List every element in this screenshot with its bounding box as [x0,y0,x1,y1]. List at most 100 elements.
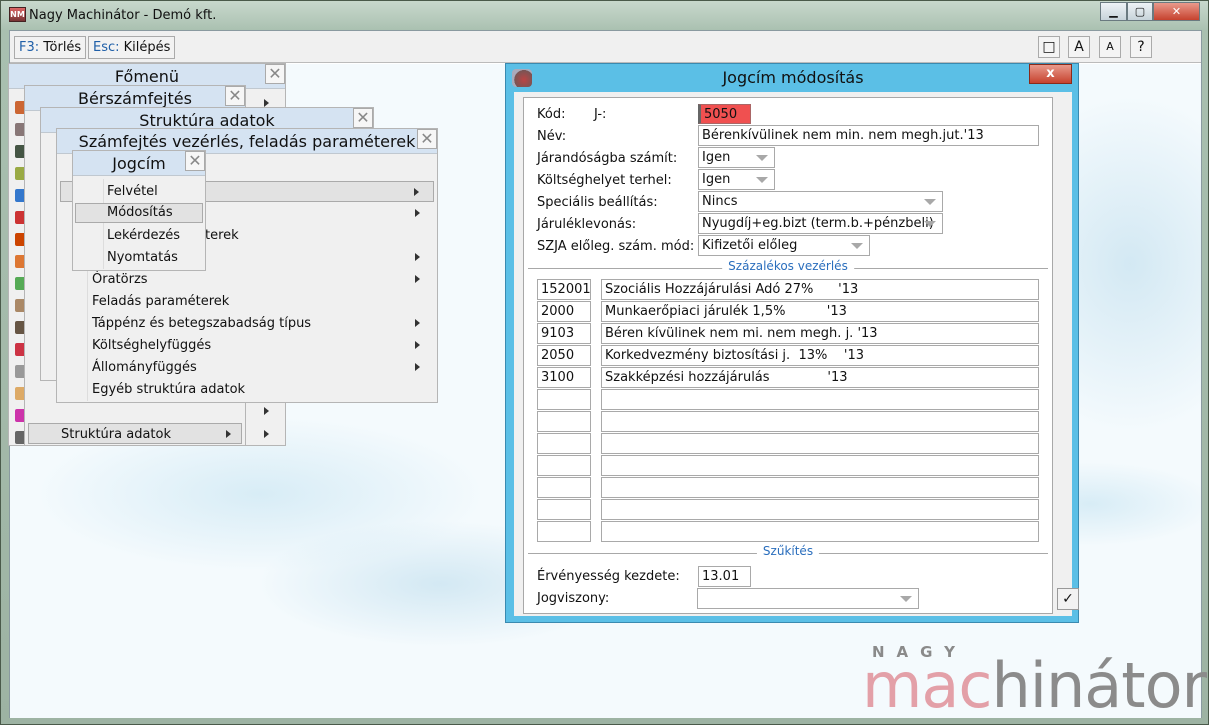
menu-item-lekerdezes[interactable]: Lekérdezés [73,225,205,246]
close-icon[interactable]: ✕ [225,86,245,106]
close-icon[interactable]: ✕ [353,108,373,128]
submenu-arrow-icon [415,209,420,217]
submenu-arrow-icon [415,363,420,371]
ok-button[interactable]: ✓ [1057,588,1079,610]
close-icon[interactable]: ✕ [265,64,285,84]
logo-hinator: hinátor [991,649,1207,722]
submenu-arrow-icon [226,430,231,438]
section-szukites: Szűkítés [528,544,1048,558]
row-code-input[interactable]: 2000 [537,301,591,322]
koltseghely-select[interactable]: Igen [698,169,775,190]
row-code-input[interactable] [537,477,591,498]
form-panel: Kód: J-: 5050 Név: Bérenkívülinek nem mi… [523,97,1053,614]
jogviszony-label: Jogviszony: [537,591,610,606]
delete-button[interactable]: F3: Törlés [14,36,87,59]
row-name-input[interactable] [601,521,1039,542]
menu-item-struktura-adatok[interactable]: Struktúra adatok [28,423,242,444]
row-code-input[interactable] [537,499,591,520]
jarandosag-label: Járandóságba számít: [537,151,678,166]
section-title: Százalékos vezérlés [722,259,854,273]
logo-mac: mac [862,649,992,722]
menu-jogcim: Jogcím ✕ Felvétel Módosítás Lekérdezés N… [72,150,206,271]
jarulek-select[interactable]: Nyugdíj+eg.bizt (term.b.+pénzbeli) [698,213,943,234]
row-name-input[interactable]: Szociális Hozzájárulási Adó 27% '13 [601,279,1039,300]
menu-item-label: Egyéb struktúra adatok [92,382,246,397]
close-icon[interactable]: ✕ [417,129,437,149]
exit-label: Kilépés [123,40,171,55]
jogviszony-select[interactable] [697,588,919,609]
submenu-arrow-icon [415,275,420,283]
minimize-button[interactable]: ▁ [1100,2,1127,21]
font-smaller-button[interactable]: A [1099,36,1121,58]
menu-item-label: Költséghelyfüggés [92,338,212,353]
row-name-input[interactable]: Korkedvezmény biztosítási j. 13% '13 [601,345,1039,366]
submenu-arrow-icon [414,188,419,196]
submenu-arrow-icon [264,430,269,438]
row-name-input[interactable]: Szakképzési hozzájárulás '13 [601,367,1039,388]
submenu-arrow-icon [415,253,420,261]
row-code-input[interactable]: 152001 [537,279,591,300]
delete-shortcut: F3: [19,40,40,55]
nev-input[interactable]: Bérenkívülinek nem min. nem megh.jut.'13 [698,125,1039,146]
specialis-select[interactable]: Nincs [698,191,943,212]
help-button[interactable]: ? [1130,36,1152,58]
row-code-input[interactable]: 2050 [537,345,591,366]
delete-label: Törlés [43,40,82,55]
jarulek-label: Járuléklevonás: [537,217,637,232]
close-window-button[interactable]: ✕ [1153,2,1200,21]
nev-label: Név: [537,129,567,144]
menu-item-label: Módosítás [107,205,173,220]
specialis-label: Speciális beállítás: [537,195,658,210]
menu-item-felvetel[interactable]: Felvétel [73,181,205,202]
window-mode-button[interactable]: □ [1038,36,1060,58]
menu-item-allomanyfugges[interactable]: Állományfüggés [57,357,437,378]
submenu-arrow-icon [415,341,420,349]
menu-item-label: Állományfüggés [92,360,197,375]
row-code-input[interactable]: 3100 [537,367,591,388]
menu-item-koltseghelyfugges[interactable]: Költséghelyfüggés [57,335,437,356]
window-title: Nagy Machinátor - Demó kft. [29,8,217,23]
menu-item-nyomtatas[interactable]: Nyomtatás [73,247,205,268]
menu-item-label: Nyomtatás [107,250,178,265]
maximize-button[interactable]: ▢ [1127,2,1153,21]
row-name-input[interactable]: Munkaerőpiaci járulék 1,5% '13 [601,301,1039,322]
row-name-input[interactable] [601,411,1039,432]
szja-label: SZJA előleg. szám. mód: [537,239,695,254]
row-name-input[interactable] [601,389,1039,410]
dialog-close-button[interactable]: x [1029,64,1072,84]
exit-button[interactable]: Esc: Kilépés [88,36,176,59]
menu-item-tappenz[interactable]: Táppénz és betegszabadság típus [57,313,437,334]
toolbar: F3: Törlés Esc: Kilépés □ A A ? [10,31,1201,63]
font-larger-button[interactable]: A [1068,36,1090,58]
row-name-input[interactable] [601,499,1039,520]
row-code-input[interactable]: 9103 [537,323,591,344]
section-szazalekos: Százalékos vezérlés [528,259,1048,273]
menu-item-label: Feladás paraméterek [92,294,230,309]
submenu-arrow-icon [264,407,269,415]
menu-item-label: Óratörzs [92,272,148,287]
row-name-input[interactable]: Béren kívülinek nem mi. nem megh. j. '13 [601,323,1039,344]
menu-item-label: Struktúra adatok [61,427,172,442]
app-logo-icon: NM [9,7,26,22]
kod-prefix: J-: [594,107,607,122]
kod-label: Kód: [537,107,566,122]
menu-item-egyeb[interactable]: Egyéb struktúra adatok [57,379,437,400]
menu-item-oratorzs[interactable]: Óratörzs [57,269,437,290]
row-name-input[interactable] [601,455,1039,476]
close-icon[interactable]: ✕ [185,151,205,171]
submenu-arrow-icon [264,99,269,107]
jarandosag-select[interactable]: Igen [698,147,775,168]
row-code-input[interactable] [537,411,591,432]
dialog-title: Jogcím módosítás [722,68,864,87]
szja-select[interactable]: Kifizetői előleg [698,235,870,256]
row-code-input[interactable] [537,389,591,410]
kod-input[interactable]: 5050 [698,104,751,124]
row-code-input[interactable] [537,455,591,476]
row-code-input[interactable] [537,521,591,542]
menu-item-feladas-parameterek[interactable]: Feladás paraméterek [57,291,437,312]
row-name-input[interactable] [601,433,1039,454]
ervenyesseg-input[interactable]: 13.01 [698,566,751,587]
row-name-input[interactable] [601,477,1039,498]
row-code-input[interactable] [537,433,591,454]
menu-item-modositas[interactable]: Módosítás [75,203,203,223]
